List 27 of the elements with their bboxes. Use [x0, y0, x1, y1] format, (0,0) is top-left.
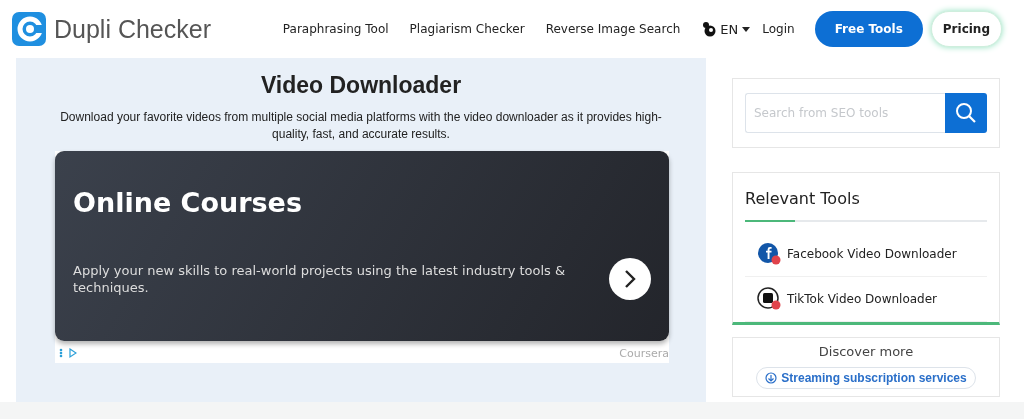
ad-headline: Online Courses	[73, 187, 303, 218]
tool-link[interactable]: TikTok Video Downloader	[745, 277, 987, 322]
nav-link[interactable]: Paraphrasing Tool	[282, 22, 389, 36]
ad-text: Apply your new skills to real-world projects using the latest industry tools & techniques.	[73, 262, 567, 296]
section-title: Relevant Tools	[745, 189, 861, 208]
page-description: Download your favorite videos from multiple social media platforms with the video downloader as it provides high-quality, fast, and accurate results.	[59, 109, 663, 143]
language-selector[interactable]: EN	[720, 21, 751, 37]
nav-link[interactable]: Plagiarism Checker	[409, 22, 525, 36]
login-link[interactable]: Login	[762, 22, 795, 36]
ad-banner[interactable]: Online Courses Apply your new skills to real-world projects using the latest industry tools & techniques.	[55, 151, 669, 341]
chevron-icon	[624, 269, 636, 289]
search-button[interactable]	[945, 93, 987, 133]
logo-text[interactable]: Dupli Checker	[54, 14, 211, 44]
discover-title: Discover more	[818, 344, 914, 359]
page-title: Video Downloader	[260, 72, 462, 99]
caret-icon	[742, 26, 751, 32]
tool-link[interactable]: Facebook Video Downloader	[745, 232, 987, 277]
nav-link[interactable]: Reverse Image Search	[545, 22, 681, 36]
arrow-circle-icon	[765, 372, 778, 384]
search-icon	[955, 102, 977, 124]
free-tools-button[interactable]: Free Tools	[814, 11, 923, 47]
facebook-icon	[757, 242, 781, 266]
logo-icon[interactable]	[12, 12, 46, 46]
tiktok-icon	[757, 287, 781, 311]
pricing-button[interactable]: Pricing	[930, 11, 1002, 47]
next-button[interactable]	[609, 258, 651, 300]
search-field[interactable]: Search from SEO tools	[745, 93, 945, 133]
